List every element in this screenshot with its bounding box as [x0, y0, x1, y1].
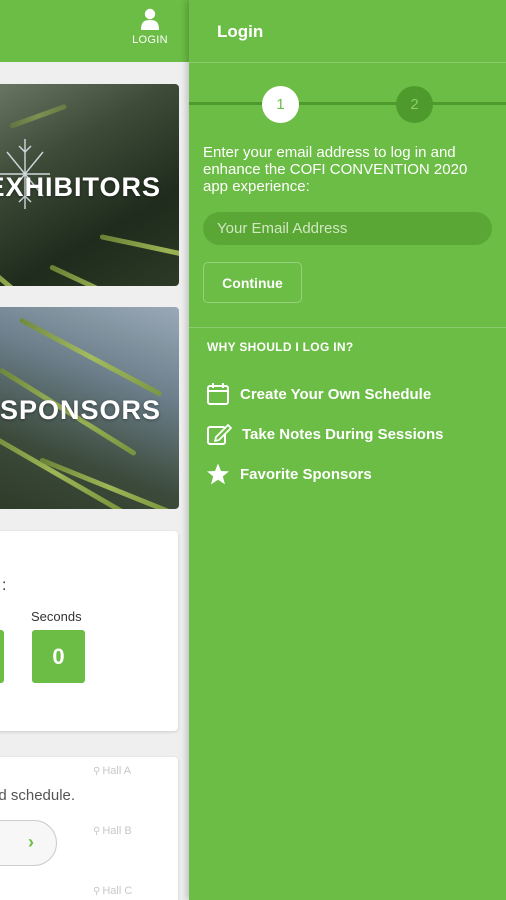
divider	[189, 62, 506, 63]
schedule-text: ed schedule.	[0, 787, 76, 804]
login-instructions: Enter your email address to log in and e…	[203, 144, 468, 195]
user-icon	[141, 8, 159, 30]
app-background-panel: LOGIN EXHIBITORS SPONSORS : Seconds 0 d …	[0, 0, 189, 900]
exhibitors-title: EXHIBITORS	[0, 172, 161, 202]
app-header: LOGIN	[0, 0, 189, 62]
hall-label: ⚲ Hall B	[93, 825, 132, 837]
hall-label: ⚲ Hall A	[93, 765, 132, 777]
step-progress-line	[189, 102, 506, 105]
map-pin-icon: ⚲	[93, 826, 101, 837]
schedule-card: ed schedule. › ⚲Hall A ⚲Hall B ⚲Hall C	[0, 757, 178, 900]
continue-button[interactable]: Continue	[203, 262, 302, 303]
login-drawer: Login 1 2 Enter your email address to lo…	[189, 0, 506, 900]
email-field[interactable]	[203, 212, 492, 245]
countdown-heading-fragment: :	[2, 577, 7, 594]
login-label: LOGIN	[132, 34, 168, 46]
feature-label: Favorite Sponsors	[240, 465, 372, 483]
why-login-heading: WHY SHOULD I LOG IN?	[207, 340, 354, 354]
feature-label: Take Notes During Sessions	[242, 425, 444, 443]
login-button[interactable]: LOGIN	[124, 6, 176, 56]
schedule-next-button[interactable]: ›	[0, 820, 57, 866]
map-pin-icon: ⚲	[93, 766, 101, 777]
step-2-indicator: 2	[396, 86, 433, 123]
hall-label: ⚲ Hall C	[93, 885, 133, 897]
drawer-title: Login	[217, 22, 264, 41]
chevron-right-icon: ›	[28, 832, 34, 852]
sponsors-tile[interactable]: SPONSORS	[0, 307, 179, 509]
seconds-label: Seconds	[31, 609, 82, 624]
divider	[189, 327, 506, 328]
feature-label: Create Your Own Schedule	[240, 385, 432, 403]
countdown-seconds-box: 0	[32, 630, 85, 683]
map-pin-icon: ⚲	[93, 886, 101, 897]
feature-favorite-sponsors: Favorite Sponsors	[206, 461, 372, 487]
note-edit-icon	[207, 424, 232, 445]
star-icon	[207, 463, 229, 485]
sponsors-title: SPONSORS	[0, 395, 161, 425]
calendar-icon	[207, 383, 229, 405]
countdown-minutes-box	[0, 630, 4, 683]
feature-create-schedule: Create Your Own Schedule	[206, 381, 431, 407]
feature-take-notes: Take Notes During Sessions	[206, 421, 443, 447]
exhibitors-tile[interactable]: EXHIBITORS	[0, 84, 179, 286]
step-1-indicator: 1	[262, 86, 299, 123]
countdown-card: : Seconds 0	[0, 531, 178, 731]
